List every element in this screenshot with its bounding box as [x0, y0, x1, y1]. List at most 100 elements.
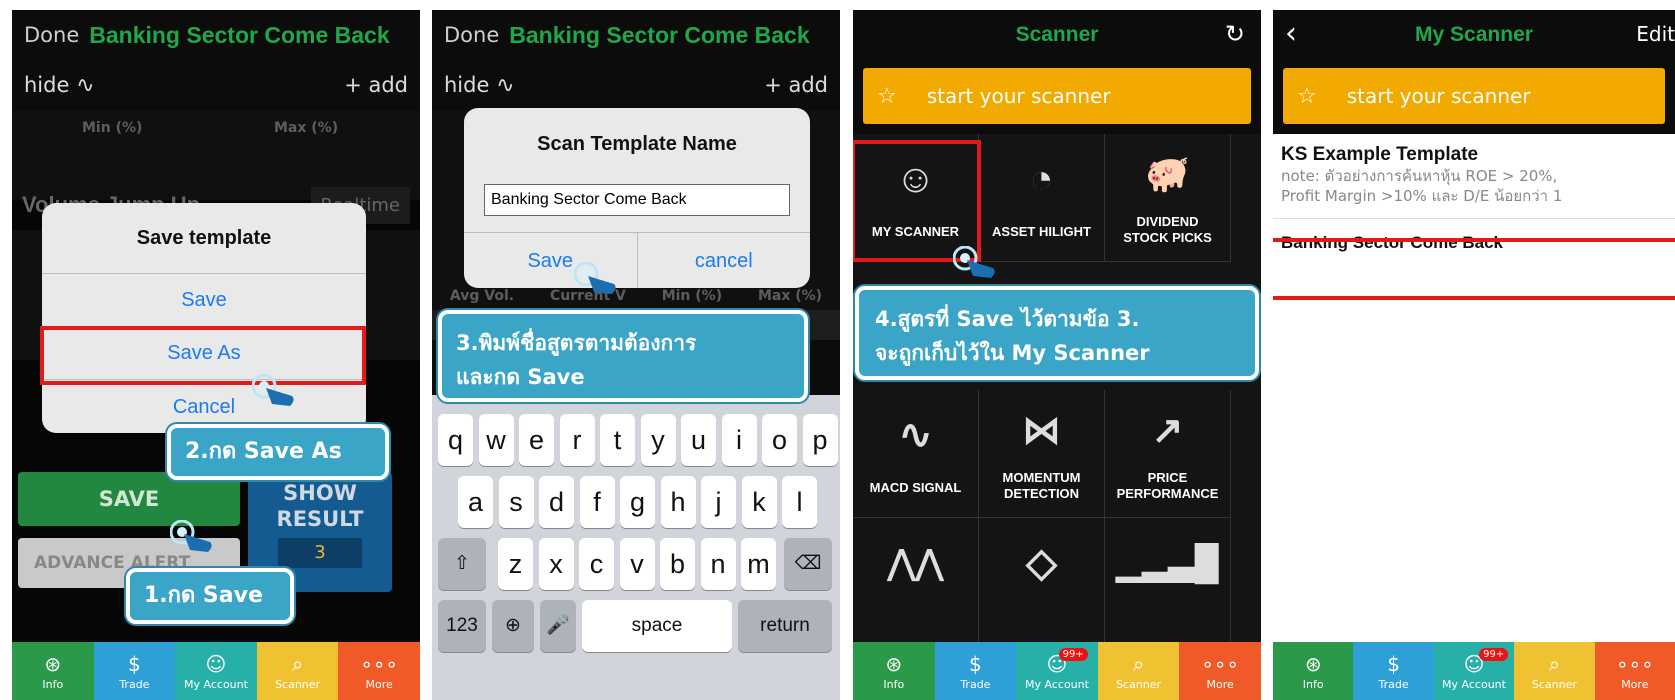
key-i[interactable]: i: [721, 414, 757, 466]
page-title: Banking Sector Come Back: [89, 21, 390, 48]
save-template-dialog: Save template Save Save As Cancel: [42, 203, 366, 433]
key-n[interactable]: n: [700, 538, 736, 590]
cell-price[interactable]: ↗ PRICE PERFORMANCE: [1105, 390, 1231, 518]
hide-button[interactable]: hide ∿: [444, 73, 515, 98]
tab-my-account[interactable]: ☺ 99+ My Account: [1433, 642, 1515, 700]
key-c[interactable]: c: [579, 538, 614, 590]
tab-trade[interactable]: $ Trade: [93, 642, 176, 700]
tab-my-account[interactable]: ☺ My Account: [175, 642, 257, 700]
callout-step-4: 4.สูตรที่ Save ไว้ตามข้อ 3. จะถูกเก็บไว้…: [855, 286, 1259, 380]
key-w[interactable]: w: [478, 414, 514, 466]
tab-more[interactable]: ∘∘∘ More: [1179, 642, 1261, 700]
cell-asset-hilight[interactable]: ◔ ASSET HILIGHT: [979, 134, 1105, 262]
save-button[interactable]: SAVE: [18, 472, 240, 526]
cell-rsi[interactable]: ⋀⋀: [853, 518, 979, 646]
start-scanner-bar[interactable]: ☆ start your scanner: [1283, 68, 1665, 124]
backspace-key[interactable]: ⌫: [784, 538, 832, 590]
microphone-key[interactable]: 🎤: [540, 600, 576, 652]
key-r[interactable]: r: [559, 414, 595, 466]
start-scanner-bar[interactable]: ☆ start your scanner: [863, 68, 1251, 124]
template-note: note: ตัวอย่างการค้นหาหุ้น ROE > 20%,: [1281, 167, 1558, 185]
tab-scanner[interactable]: ⌕ Scanner: [1514, 642, 1595, 700]
trade-icon: $: [1387, 651, 1400, 676]
tab-info[interactable]: ⊛ Info: [12, 642, 94, 700]
tab-scanner[interactable]: ⌕ Scanner: [1097, 642, 1180, 700]
tap-hand-icon: [574, 262, 616, 294]
tab-trade[interactable]: $ Trade: [934, 642, 1017, 700]
key-j[interactable]: j: [701, 476, 736, 528]
cell-dividend[interactable]: 🐖 DIVIDEND STOCK PICKS: [1105, 134, 1231, 262]
key-t[interactable]: t: [600, 414, 635, 466]
key-v[interactable]: v: [619, 538, 655, 590]
key-e[interactable]: e: [519, 414, 554, 466]
key-g[interactable]: g: [620, 476, 655, 528]
tab-scanner[interactable]: ⌕ Scanner: [256, 642, 339, 700]
return-key[interactable]: return: [738, 600, 832, 652]
key-y[interactable]: y: [640, 414, 676, 466]
pie-chart-icon: ◔: [1029, 156, 1054, 201]
wave-icon: ∿: [496, 72, 515, 98]
key-l[interactable]: l: [782, 476, 817, 528]
bar-chart-icon: ▁▂▃█: [1116, 544, 1219, 582]
piggy-bank-icon: 🐖: [1145, 153, 1190, 194]
tab-label: Trade: [119, 677, 150, 691]
scan-name-dialog: Scan Template Name Save cancel: [464, 108, 810, 288]
tab-trade[interactable]: $ Trade: [1353, 642, 1434, 700]
done-button[interactable]: Done: [24, 23, 79, 47]
key-d[interactable]: d: [539, 476, 574, 528]
template-note: Profit Margin >10% และ D/E น้อยกว่า 1: [1281, 187, 1563, 205]
dialog-save-button[interactable]: Save: [42, 273, 366, 326]
numbers-key[interactable]: 123: [438, 600, 486, 652]
cell-volume[interactable]: ▁▂▃█: [1105, 518, 1231, 646]
nav-bar: ‹ My Scanner Edit: [1273, 10, 1675, 60]
template-name-input[interactable]: [484, 184, 790, 216]
tap-hand-icon: [252, 374, 294, 406]
dialog-title: Save template: [136, 227, 272, 249]
list-item[interactable]: KS Example Template note: ตัวอย่างการค้น…: [1273, 134, 1675, 219]
info-icon: ⊛: [44, 651, 62, 676]
key-u[interactable]: u: [681, 414, 716, 466]
callout-step-3: 3.พิมพ์ชื่อสูตรตามต้องการ และกด Save: [438, 310, 808, 402]
cell-label: MACD SIGNAL: [869, 480, 962, 495]
key-f[interactable]: f: [579, 476, 615, 528]
callout-line: จะถูกเก็บไว้ใน My Scanner: [875, 341, 1150, 365]
key-m[interactable]: m: [741, 538, 776, 590]
tab-info[interactable]: ⊛ Info: [1273, 642, 1354, 700]
add-button[interactable]: + add: [764, 73, 828, 97]
add-button[interactable]: + add: [344, 73, 408, 97]
key-x[interactable]: x: [538, 538, 574, 590]
panel-save-template: Done Banking Sector Come Back hide ∿ + a…: [12, 10, 420, 700]
hide-button[interactable]: hide ∿: [24, 73, 95, 98]
show-result-label: SHOW RESULT: [276, 481, 364, 531]
key-k[interactable]: k: [741, 476, 777, 528]
cell-valuation[interactable]: ◇: [979, 518, 1105, 646]
shift-key[interactable]: ⇧: [438, 538, 486, 590]
space-key[interactable]: space: [582, 600, 732, 652]
dialog-cancel-button[interactable]: cancel: [638, 233, 811, 288]
template-list: KS Example Template note: ตัวอย่างการค้น…: [1273, 134, 1675, 642]
done-button[interactable]: Done: [444, 23, 499, 47]
key-o[interactable]: o: [762, 414, 797, 466]
cell-momentum[interactable]: ⋈ MOMENTUM DETECTION: [979, 390, 1105, 518]
tab-more[interactable]: ∘∘∘ More: [338, 642, 420, 700]
back-chevron-icon[interactable]: ‹: [1285, 16, 1297, 51]
callout-line: 3.พิมพ์ชื่อสูตรตามต้องการ: [456, 331, 697, 355]
tab-label: Info: [883, 677, 905, 691]
key-a[interactable]: a: [458, 476, 493, 528]
key-q[interactable]: q: [438, 414, 473, 466]
nav-bar: Done Banking Sector Come Back: [432, 10, 840, 60]
cell-macd[interactable]: ∿ MACD SIGNAL: [853, 390, 979, 518]
tab-my-account[interactable]: ☺ 99+ My Account: [1016, 642, 1098, 700]
more-icon: ∘∘∘: [360, 651, 398, 676]
refresh-icon[interactable]: ↻: [1225, 20, 1245, 48]
key-h[interactable]: h: [660, 476, 696, 528]
tab-more[interactable]: ∘∘∘ More: [1594, 642, 1675, 700]
key-b[interactable]: b: [660, 538, 695, 590]
edit-button[interactable]: Edit: [1636, 22, 1675, 46]
key-p[interactable]: p: [802, 414, 838, 466]
tab-label: More: [365, 677, 393, 691]
tab-info[interactable]: ⊛ Info: [853, 642, 935, 700]
globe-key[interactable]: ⊕: [492, 600, 534, 652]
key-s[interactable]: s: [498, 476, 534, 528]
key-z[interactable]: z: [498, 538, 533, 590]
